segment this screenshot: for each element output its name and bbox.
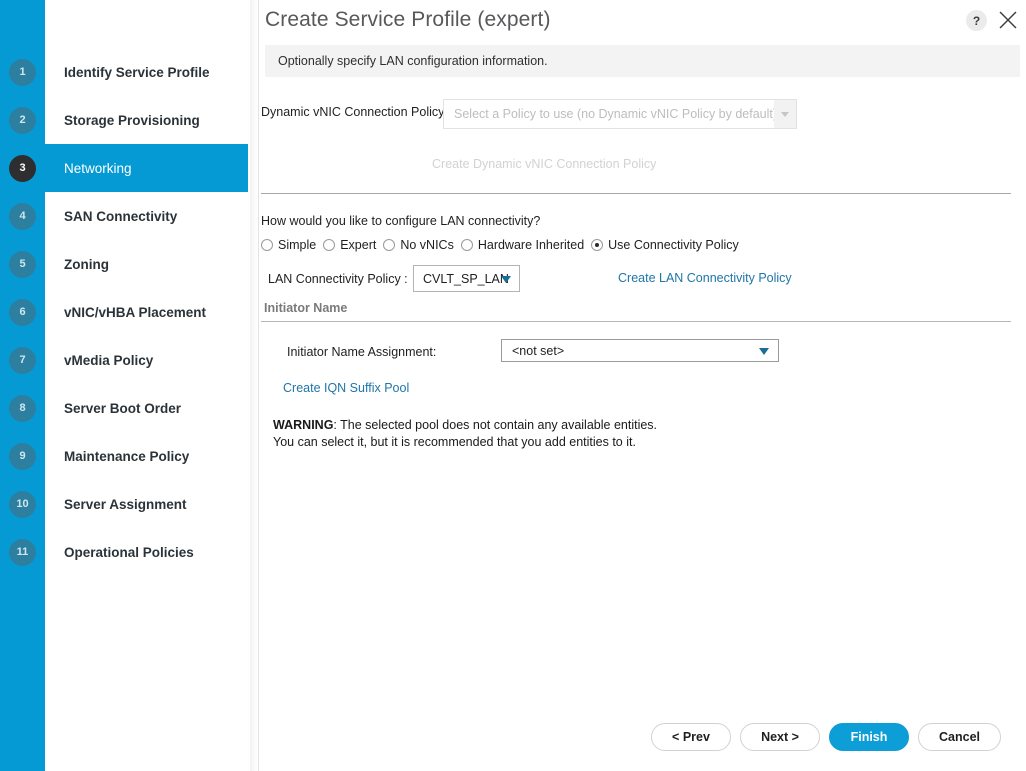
dialog-subtitle-bar: Optionally specify LAN configuration inf… — [265, 45, 1020, 77]
dynamic-vnic-policy-placeholder: Select a Policy to use (no Dynamic vNIC … — [454, 107, 778, 121]
cancel-button[interactable]: Cancel — [918, 723, 1001, 751]
radio-use-connectivity-policy[interactable]: Use Connectivity Policy — [591, 238, 739, 252]
sidebar-item-identify-service-profile[interactable]: 1 Identify Service Profile — [0, 48, 248, 96]
step-number-badge: 10 — [9, 490, 36, 518]
sidebar-item-label: Server Assignment — [64, 496, 187, 512]
step-number-badge: 9 — [9, 442, 36, 470]
sidebar-item-label: Server Boot Order — [64, 400, 182, 416]
create-service-profile-dialog: 1 Identify Service Profile 2 Storage Provis… — [0, 0, 1026, 771]
section-divider-top — [261, 193, 1011, 194]
dynamic-vnic-policy-select[interactable]: Select a Policy to use (no Dynamic vNIC … — [443, 99, 797, 129]
create-lan-connectivity-policy-link[interactable]: Create LAN Connectivity Policy — [618, 271, 792, 285]
sidebar-item-server-assignment[interactable]: 10 Server Assignment — [0, 480, 248, 528]
chevron-down-icon[interactable] — [501, 276, 511, 283]
sidebar-item-storage-provisioning[interactable]: 2 Storage Provisioning — [0, 96, 248, 144]
dialog-panel: Create Service Profile (expert) ? Option… — [259, 0, 1026, 771]
lan-connectivity-radio-group: Simple Expert No vNICs Hardware Inherited Us… — [261, 238, 746, 252]
radio-label: Use Connectivity Policy — [608, 238, 739, 252]
create-dynamic-vnic-connection-policy-link[interactable]: Create Dynamic vNIC Connection Policy — [432, 157, 656, 171]
sidebar-item-maintenance-policy[interactable]: 9 Maintenance Policy — [0, 432, 248, 480]
initiator-name-assignment-label: Initiator Name Assignment: — [287, 345, 437, 359]
dialog-body: Dynamic vNIC Connection Policy: Select a… — [259, 77, 1026, 697]
sidebar-item-zoning[interactable]: 5 Zoning — [0, 240, 248, 288]
sidebar-divider — [250, 0, 259, 771]
step-number-badge: 5 — [9, 250, 36, 278]
sidebar-item-label: Zoning — [64, 256, 109, 272]
sidebar-item-label: Storage Provisioning — [64, 112, 200, 128]
sidebar-item-label: SAN Connectivity — [64, 208, 178, 224]
sidebar-item-vmedia-policy[interactable]: 7 vMedia Policy — [0, 336, 248, 384]
finish-button[interactable]: Finish — [829, 723, 909, 751]
sidebar-item-label: Operational Policies — [64, 544, 194, 560]
dialog-title-bar: Create Service Profile (expert) ? — [259, 0, 1026, 45]
chevron-down-icon[interactable] — [774, 100, 796, 128]
lan-connectivity-policy-value: CVLT_SP_LAN — [423, 271, 509, 286]
warning-text-line-1: : The selected pool does not contain any… — [333, 418, 658, 432]
radio-hardware-inherited[interactable]: Hardware Inherited — [460, 238, 585, 252]
step-number-badge: 3 — [9, 154, 36, 182]
lan-connectivity-policy-select[interactable]: CVLT_SP_LAN — [413, 265, 520, 292]
sidebar-item-label: Identify Service Profile — [64, 64, 210, 80]
lan-connectivity-question: How would you like to configure LAN conn… — [261, 214, 541, 228]
step-number-badge: 2 — [9, 106, 36, 134]
radio-label: Expert — [340, 238, 377, 252]
radio-indicator[interactable] — [261, 239, 273, 251]
sidebar-item-label: Maintenance Policy — [64, 448, 190, 464]
sidebar-item-san-connectivity[interactable]: 4 SAN Connectivity — [0, 192, 248, 240]
initiator-name-assignment-value: <not set> — [512, 343, 565, 358]
sidebar-item-label: vMedia Policy — [64, 352, 154, 368]
radio-expert[interactable]: Expert — [323, 238, 376, 252]
step-number-badge: 6 — [9, 298, 36, 326]
warning-text-line-2: You can select it, but it is recommended… — [273, 435, 636, 449]
sidebar-item-label: vNIC/vHBA Placement — [64, 304, 207, 320]
warning-message: WARNING: The selected pool does not cont… — [273, 417, 657, 451]
radio-label: No vNICs — [400, 238, 454, 252]
prev-button[interactable]: < Prev — [651, 723, 731, 751]
radio-indicator[interactable] — [591, 239, 604, 251]
lan-connectivity-policy-label: LAN Connectivity Policy : — [268, 272, 408, 286]
sidebar-item-networking[interactable]: 3 Networking — [0, 144, 248, 192]
radio-no-vnics[interactable]: No vNICs — [383, 238, 454, 252]
create-iqn-suffix-pool-link[interactable]: Create IQN Suffix Pool — [283, 381, 409, 395]
step-number-badge: 4 — [9, 202, 36, 230]
next-button[interactable]: Next > — [740, 723, 820, 751]
sidebar-item-vnic-vhba-placement[interactable]: 6 vNIC/vHBA Placement — [0, 288, 248, 336]
section-divider-initiator — [261, 321, 1011, 322]
help-icon[interactable]: ? — [966, 10, 987, 31]
dynamic-vnic-policy-label: Dynamic vNIC Connection Policy: — [261, 105, 448, 119]
radio-indicator[interactable] — [323, 239, 336, 251]
step-number-badge: 8 — [9, 394, 36, 422]
sidebar-item-operational-policies[interactable]: 11 Operational Policies — [0, 528, 248, 576]
close-icon[interactable] — [996, 8, 1020, 32]
page-title: Create Service Profile (expert) — [265, 8, 551, 31]
sidebar-item-server-boot-order[interactable]: 8 Server Boot Order — [0, 384, 248, 432]
radio-label: Simple — [278, 238, 317, 252]
initiator-name-section-title: Initiator Name — [264, 301, 348, 315]
radio-indicator[interactable] — [460, 239, 473, 251]
sidebar-item-label: Networking — [64, 160, 132, 176]
radio-simple[interactable]: Simple — [261, 238, 316, 252]
warning-label: WARNING — [273, 418, 334, 432]
wizard-sidebar: 1 Identify Service Profile 2 Storage Provis… — [0, 0, 250, 771]
step-number-badge: 11 — [9, 538, 36, 566]
radio-label: Hardware Inherited — [477, 238, 585, 252]
initiator-name-assignment-select[interactable]: <not set> — [501, 339, 779, 362]
dialog-subtitle: Optionally specify LAN configuration inf… — [278, 54, 548, 68]
chevron-down-icon[interactable] — [759, 348, 769, 355]
step-number-badge: 7 — [9, 346, 36, 374]
step-number-badge: 1 — [9, 58, 36, 86]
dialog-footer: < Prev Next > Finish Cancel — [259, 720, 1026, 771]
radio-indicator[interactable] — [383, 239, 396, 251]
